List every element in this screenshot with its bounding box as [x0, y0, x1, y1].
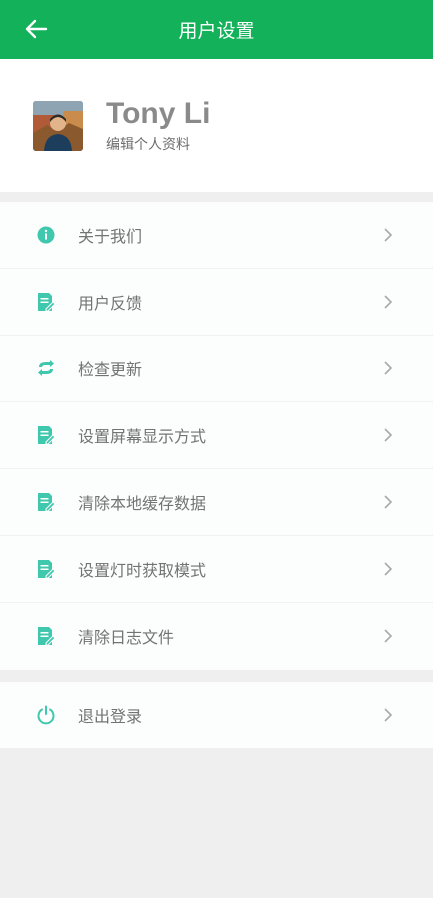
back-button[interactable]	[22, 15, 50, 43]
power-icon	[36, 705, 56, 725]
menu-item-label: 检查更新	[78, 360, 143, 380]
document-edit-icon	[36, 292, 56, 312]
menu-item-screen-display[interactable]: 设置屏幕显示方式	[0, 402, 433, 470]
refresh-icon	[36, 358, 56, 378]
section-divider	[0, 669, 433, 682]
profile-card[interactable]: Tony Li 编辑个人资料	[0, 59, 433, 192]
logout-button[interactable]: 退出登录	[0, 681, 433, 749]
document-edit-icon	[36, 626, 56, 646]
settings-menu: 关于我们 用户反馈 检查更新 设置屏幕显示方式 清除本地缓存数据 设置灯时获取模…	[0, 202, 433, 670]
page-title: 用户设置	[178, 20, 255, 42]
app-header: 用户设置	[0, 0, 433, 59]
user-name: Tony Li	[106, 97, 211, 130]
arrow-left-icon	[25, 19, 48, 39]
chevron-right-icon	[384, 708, 393, 722]
section-divider	[0, 192, 433, 202]
logout-label: 退出登录	[78, 706, 143, 726]
menu-item-label: 设置屏幕显示方式	[78, 427, 207, 447]
menu-item-clear-cache[interactable]: 清除本地缓存数据	[0, 469, 433, 536]
info-icon	[36, 225, 56, 245]
document-edit-icon	[36, 425, 56, 445]
menu-item-clear-logs[interactable]: 清除日志文件	[0, 602, 433, 670]
chevron-right-icon	[384, 629, 393, 643]
logout-group: 退出登录	[0, 681, 433, 749]
menu-item-light-time-mode[interactable]: 设置灯时获取模式	[0, 535, 433, 603]
menu-item-feedback[interactable]: 用户反馈	[0, 268, 433, 336]
menu-item-label: 用户反馈	[78, 293, 143, 313]
menu-item-label: 设置灯时获取模式	[78, 560, 207, 580]
chevron-right-icon	[384, 495, 393, 509]
menu-item-about[interactable]: 关于我们	[0, 202, 433, 269]
edit-profile-link[interactable]: 编辑个人资料	[106, 134, 210, 154]
menu-item-label: 关于我们	[78, 226, 143, 246]
menu-item-label: 清除日志文件	[78, 628, 175, 648]
chevron-right-icon	[384, 295, 393, 309]
avatar[interactable]	[33, 100, 83, 151]
chevron-right-icon	[384, 361, 393, 376]
chevron-right-icon	[384, 428, 393, 442]
document-edit-icon	[36, 559, 56, 579]
chevron-right-icon	[384, 562, 393, 576]
document-edit-icon	[36, 492, 56, 512]
menu-item-label: 清除本地缓存数据	[78, 494, 207, 514]
chevron-right-icon	[384, 228, 393, 242]
menu-item-check-update[interactable]: 检查更新	[0, 335, 433, 403]
